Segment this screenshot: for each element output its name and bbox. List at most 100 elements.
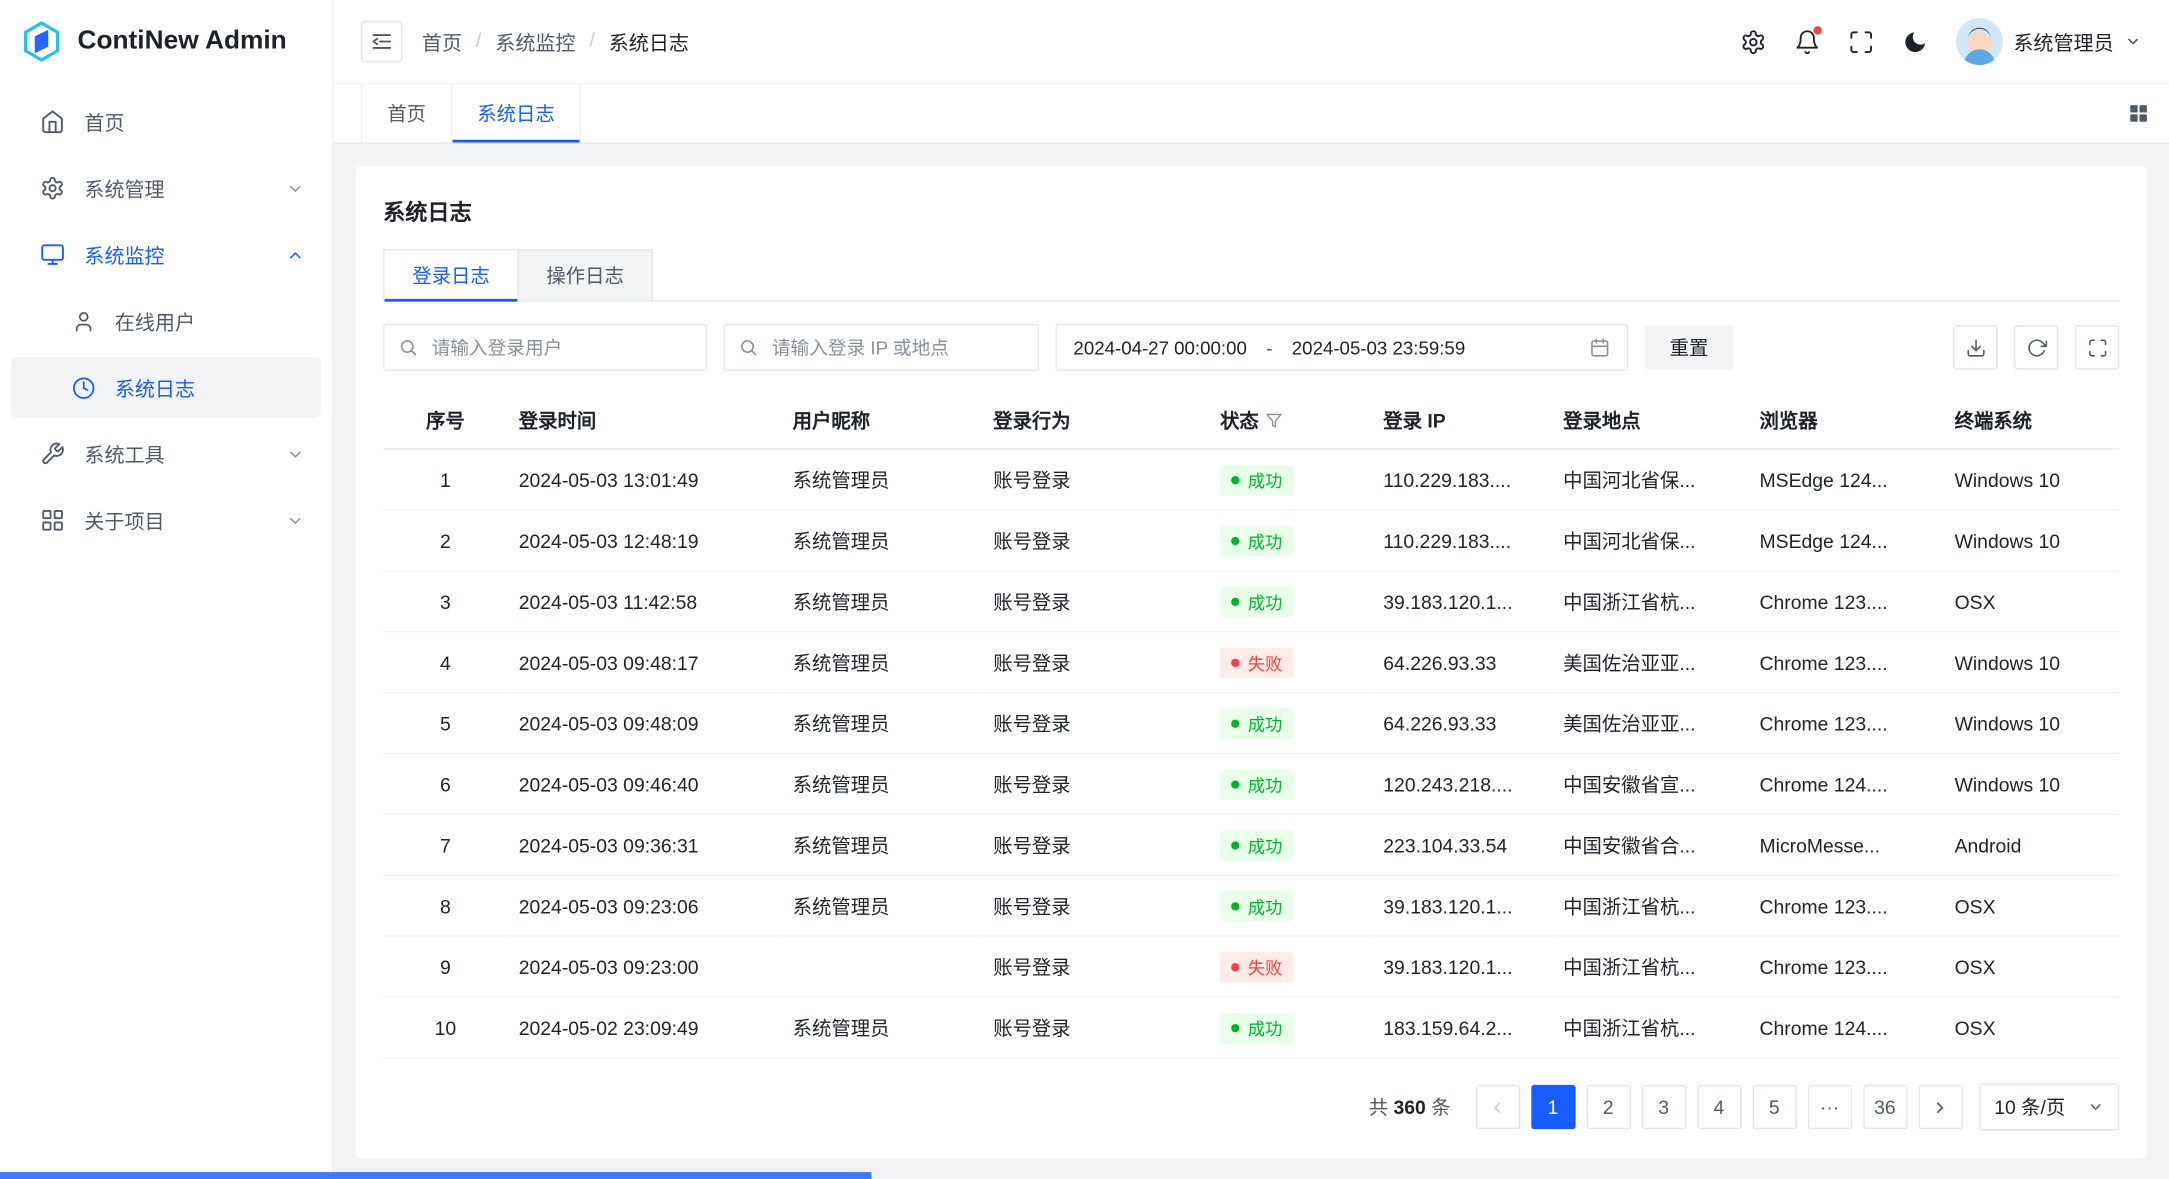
status-badge: 成功 [1220, 890, 1293, 920]
sidebar-item-label: 关于项目 [84, 506, 267, 535]
page-button-3[interactable]: 3 [1641, 1085, 1685, 1129]
page-size-select[interactable]: 10 条/页 [1979, 1084, 2119, 1131]
cell-status: 成功 [1209, 875, 1372, 936]
cell-nickname: 系统管理员 [782, 571, 983, 632]
moon-icon [1901, 28, 1927, 54]
monitor-icon [40, 242, 65, 267]
status-badge: 成功 [1220, 464, 1293, 494]
table-fullscreen-button[interactable] [2075, 325, 2119, 369]
login-user-input[interactable] [429, 336, 692, 360]
login-user-search[interactable] [383, 324, 707, 371]
tab-system-log[interactable]: 系统日志 [452, 84, 581, 142]
date-start-value: 2024-04-27 00:00:00 [1073, 337, 1246, 358]
sidebar-item-system-log[interactable]: 系统日志 [11, 357, 321, 418]
status-badge: 失败 [1220, 647, 1293, 677]
search-icon [739, 338, 758, 357]
cell-behavior: 账号登录 [982, 753, 1209, 814]
status-badge: 成功 [1220, 769, 1293, 799]
page-size-value: 10 条/页 [1994, 1093, 2065, 1121]
cell-os: Windows 10 [1944, 510, 2120, 571]
login-ip-search[interactable] [723, 324, 1038, 371]
main-column: 首页 / 系统监控 / 系统日志 [333, 0, 2169, 1179]
status-dot-icon [1231, 719, 1239, 727]
column-header-nickname: 用户昵称 [782, 393, 983, 449]
clock-icon [72, 376, 96, 400]
cell-index: 9 [383, 936, 507, 997]
refresh-button[interactable] [2014, 325, 2058, 369]
cell-os: Android [1944, 814, 2120, 875]
cell-status: 失败 [1209, 632, 1372, 693]
sidebar-item-home[interactable]: 首页 [11, 91, 321, 152]
reset-button[interactable]: 重置 [1645, 325, 1734, 369]
cell-behavior: 账号登录 [982, 936, 1209, 997]
column-header-location: 登录地点 [1552, 393, 1748, 449]
page-button-1[interactable]: 1 [1531, 1085, 1575, 1129]
settings-button[interactable] [1739, 28, 1765, 54]
login-ip-input[interactable] [769, 336, 1024, 360]
cell-location: 中国河北省保... [1552, 510, 1748, 571]
chevron-left-icon [1489, 1098, 1507, 1116]
page-button-2[interactable]: 2 [1586, 1085, 1630, 1129]
pagination-total: 共 360 条 [1369, 1093, 1451, 1121]
sidebar-item-system-management[interactable]: 系统管理 [11, 158, 321, 219]
cell-behavior: 账号登录 [982, 571, 1209, 632]
tab-operation-log[interactable]: 操作日志 [519, 249, 653, 300]
sidebar-collapse-button[interactable] [361, 21, 402, 63]
cell-browser: Chrome 123.... [1748, 632, 1943, 693]
cell-behavior: 账号登录 [982, 632, 1209, 693]
sidebar-item-label: 首页 [84, 107, 304, 136]
cell-status: 成功 [1209, 814, 1372, 875]
user-menu[interactable]: 系统管理员 [1955, 18, 2141, 65]
page-button-4[interactable]: 4 [1697, 1085, 1741, 1129]
table-row: 8 2024-05-03 09:23:06 系统管理员 账号登录 成功 39.1… [383, 875, 2119, 936]
cell-nickname: 系统管理员 [782, 997, 983, 1058]
breadcrumb-item-monitor[interactable]: 系统监控 [495, 27, 575, 56]
date-range-separator: - [1266, 337, 1272, 358]
tab-login-log[interactable]: 登录日志 [383, 249, 519, 300]
prev-page-button[interactable] [1475, 1085, 1519, 1129]
cell-index: 10 [383, 997, 507, 1058]
status-dot-icon [1231, 780, 1239, 788]
cell-nickname: 系统管理员 [782, 632, 983, 693]
tab-label: 首页 [387, 100, 426, 128]
sidebar-item-label: 系统管理 [84, 174, 267, 203]
cell-index: 6 [383, 753, 507, 814]
fullscreen-button[interactable] [1847, 28, 1873, 54]
page-button-36[interactable]: 36 [1863, 1085, 1907, 1129]
breadcrumb-item-home[interactable]: 首页 [422, 27, 462, 56]
notification-badge [1813, 26, 1821, 34]
pagination: 共 360 条 12345··· 36 10 条/页 [383, 1084, 2119, 1131]
table-row: 1 2024-05-03 13:01:49 系统管理员 账号登录 成功 110.… [383, 449, 2119, 510]
cell-os: Windows 10 [1944, 632, 2120, 693]
export-button[interactable] [1953, 325, 1997, 369]
column-header-ip: 登录 IP [1372, 393, 1552, 449]
apps-icon [40, 508, 65, 533]
filter-icon[interactable] [1266, 412, 1283, 429]
top-header: 首页 / 系统监控 / 系统日志 [333, 0, 2169, 84]
cell-nickname [782, 936, 983, 997]
sidebar-item-system-monitor[interactable]: 系统监控 [11, 224, 321, 285]
date-end-value: 2024-05-03 23:59:59 [1292, 337, 1465, 358]
cell-ip: 39.183.120.1... [1372, 571, 1552, 632]
sidebar-item-online-users[interactable]: 在线用户 [11, 291, 321, 352]
horizontal-scrollbar-thumb[interactable] [0, 1172, 871, 1179]
cell-browser: MSEdge 124... [1748, 510, 1943, 571]
notifications-button[interactable] [1793, 28, 1819, 54]
sidebar-item-system-tools[interactable]: 系统工具 [11, 423, 321, 484]
page-ellipsis-button[interactable]: ··· [1807, 1085, 1851, 1129]
tab-home[interactable]: 首页 [361, 84, 452, 142]
app-logo[interactable]: ContiNew Admin [0, 0, 332, 83]
column-header-browser: 浏览器 [1748, 393, 1943, 449]
cell-login-time: 2024-05-03 09:48:17 [508, 632, 782, 693]
tab-list-button[interactable] [2128, 84, 2150, 142]
date-range-picker[interactable]: 2024-04-27 00:00:00 - 2024-05-03 23:59:5… [1055, 324, 1628, 371]
next-page-button[interactable] [1918, 1085, 1962, 1129]
cell-index: 7 [383, 814, 507, 875]
dark-mode-button[interactable] [1901, 28, 1927, 54]
cell-ip: 39.183.120.1... [1372, 936, 1552, 997]
sidebar-item-label: 系统工具 [84, 439, 267, 468]
cell-location: 中国浙江省杭... [1552, 875, 1748, 936]
page-button-5[interactable]: 5 [1752, 1085, 1796, 1129]
sidebar-item-about[interactable]: 关于项目 [11, 490, 321, 551]
cell-index: 3 [383, 571, 507, 632]
